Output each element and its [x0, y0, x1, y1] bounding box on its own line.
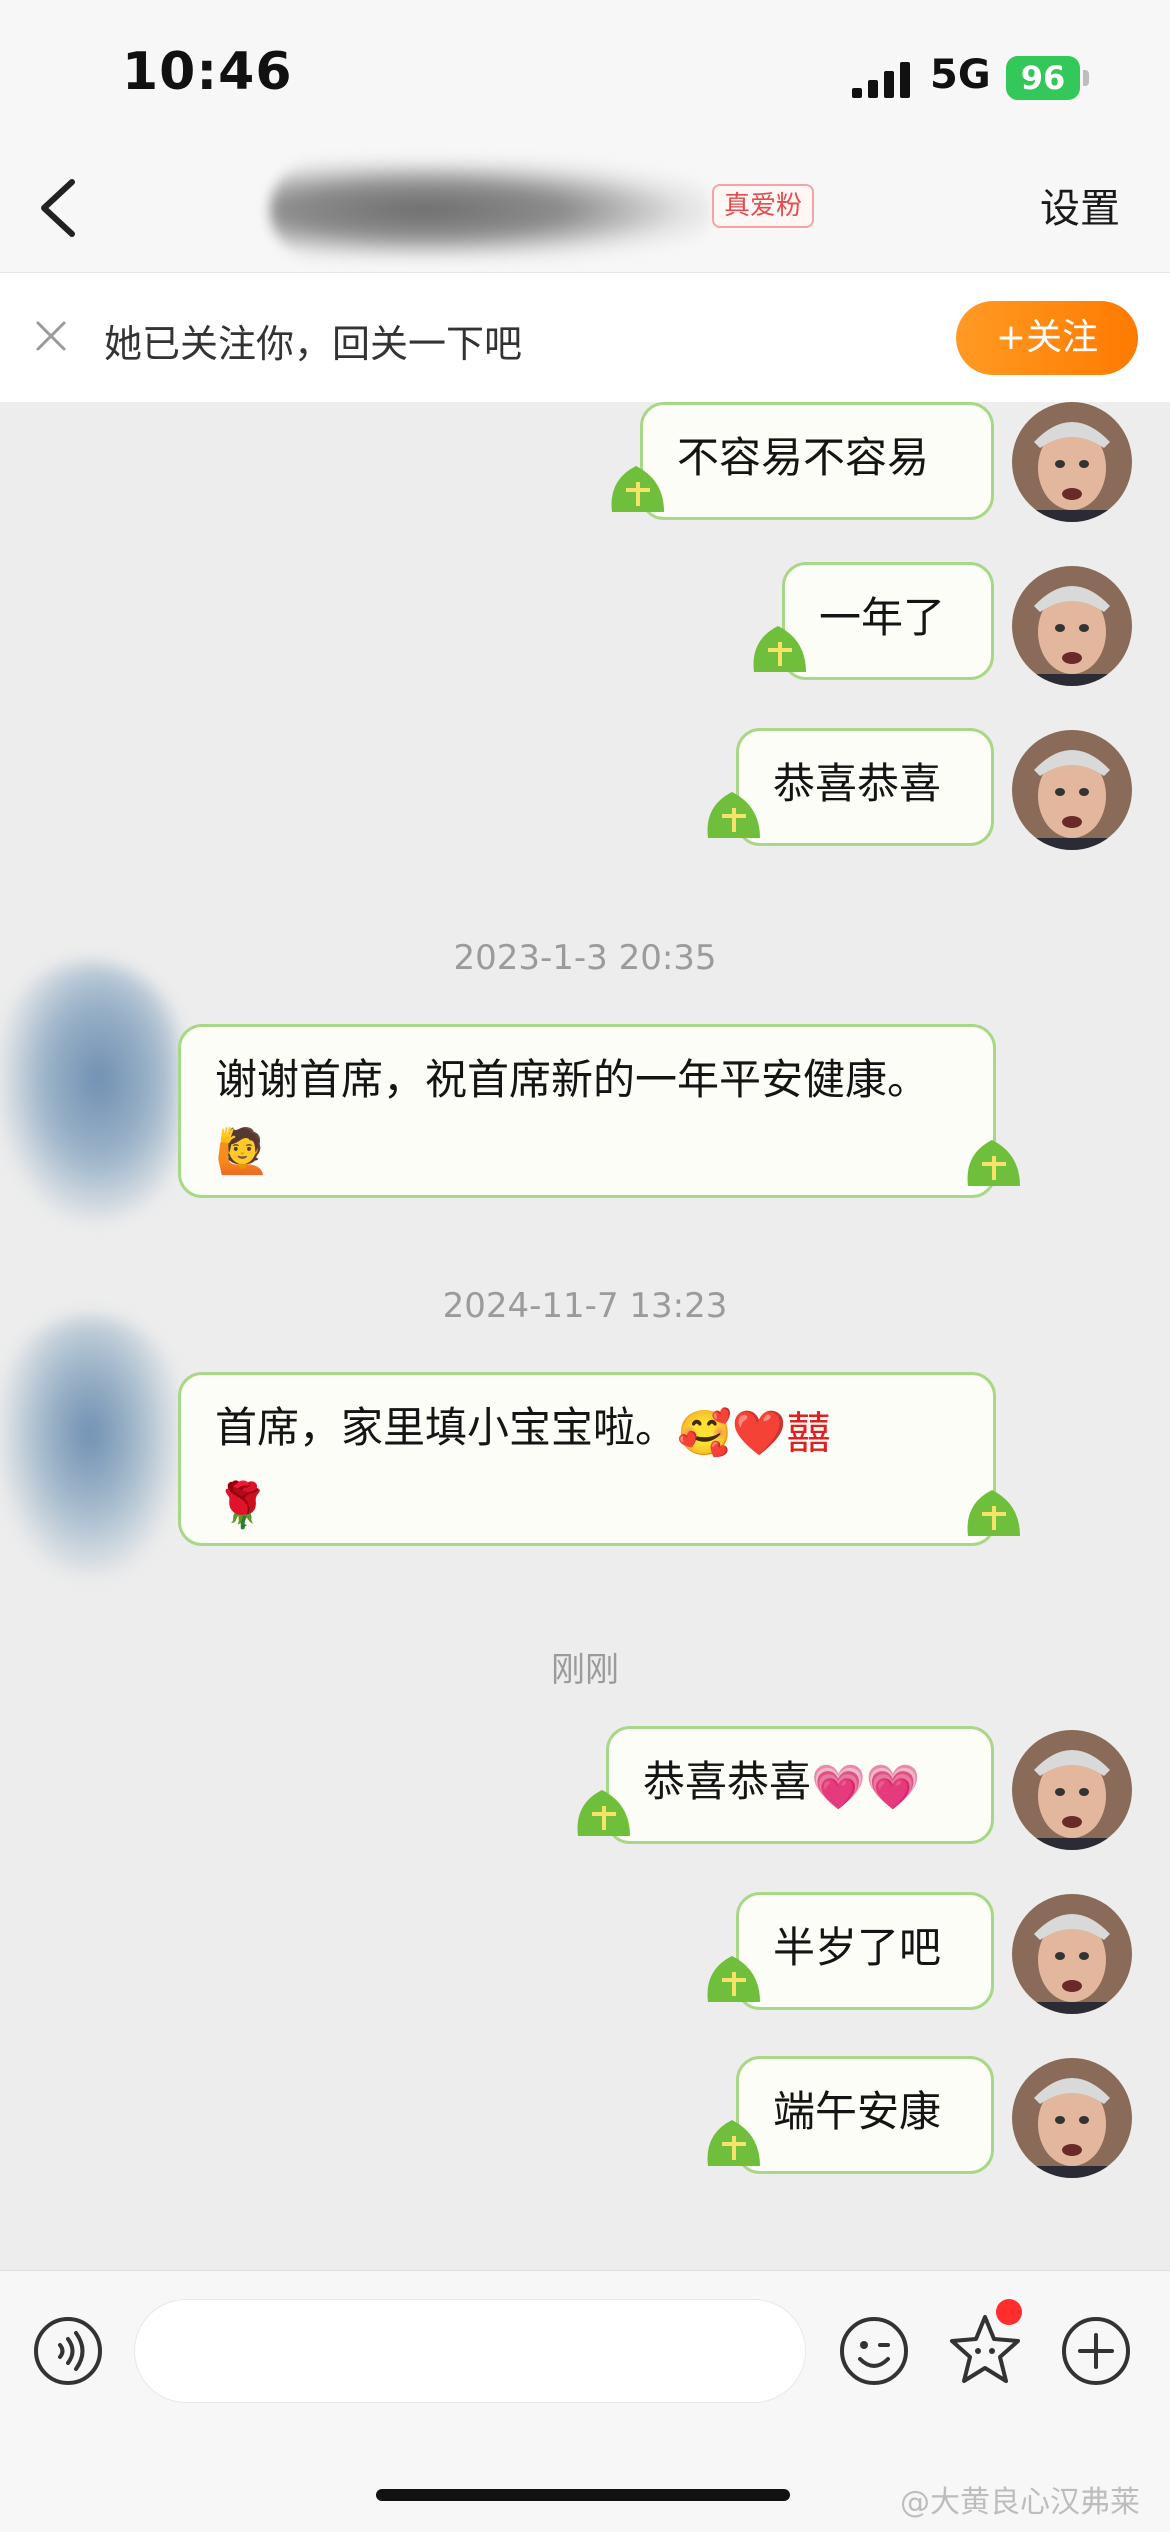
- network-label: 5G: [930, 52, 991, 98]
- blurred-username[interactable]: [270, 160, 710, 260]
- message-input[interactable]: [134, 2299, 806, 2403]
- emoji-face-icon[interactable]: [838, 2315, 910, 2387]
- my-avatar[interactable]: [1012, 1894, 1132, 2014]
- message-text: 首席，家里填小宝宝啦。🥰❤️囍 🌹: [215, 1395, 963, 1539]
- message-bubble-sent[interactable]: 恭喜恭喜💗💗: [606, 1726, 994, 1844]
- top-bar: 10:46 5G 96 真爱粉 设置: [0, 0, 1170, 272]
- my-avatar[interactable]: [1012, 566, 1132, 686]
- message-bubble-received[interactable]: 首席，家里填小宝宝啦。🥰❤️囍 🌹: [178, 1372, 996, 1546]
- timestamp: 2023-1-3 20:35: [453, 938, 717, 978]
- timestamp: 2024-11-7 13:23: [442, 1286, 728, 1326]
- message-bubble-sent[interactable]: 端午安康: [736, 2056, 994, 2174]
- message-emoji: 🥰❤️囍: [677, 1408, 831, 1459]
- my-avatar[interactable]: [1012, 2058, 1132, 2178]
- notification-dot: [996, 2299, 1022, 2325]
- my-avatar[interactable]: [1012, 402, 1132, 522]
- avatar-portrait-icon: [1012, 1730, 1132, 1850]
- zongzi-leaf-icon: [707, 1956, 760, 2002]
- zongzi-leaf-icon: [753, 626, 806, 672]
- message-text: 一年了: [819, 593, 946, 642]
- avatar-portrait-icon: [1012, 402, 1132, 522]
- battery-icon: 96: [1006, 56, 1080, 100]
- timestamp: 刚刚: [551, 1650, 619, 1690]
- blurred-avatar[interactable]: [0, 962, 180, 1222]
- message-bubble-sent[interactable]: 恭喜恭喜: [736, 728, 994, 846]
- battery-tip: [1083, 70, 1089, 86]
- signal-icon: [852, 62, 910, 98]
- message-text: 不容易不容易: [677, 433, 930, 482]
- message-bubble-sent[interactable]: 一年了: [782, 562, 994, 680]
- zongzi-leaf-icon: [707, 2120, 760, 2166]
- message-text: 恭喜恭喜💗💗: [643, 1749, 961, 1821]
- message-text-content: 谢谢首席，祝首席新的一年平安健康。: [215, 1055, 930, 1104]
- avatar-portrait-icon: [1012, 1894, 1132, 2014]
- follow-banner: 她已关注你，回关一下吧 +关注: [0, 272, 1170, 402]
- my-avatar[interactable]: [1012, 1730, 1132, 1850]
- message-emoji-line2: 🌹: [215, 1480, 270, 1531]
- settings-button[interactable]: 设置: [1040, 176, 1120, 234]
- message-bubble-sent[interactable]: 半岁了吧: [736, 1892, 994, 2010]
- voice-icon[interactable]: [32, 2315, 104, 2387]
- message-text: 恭喜恭喜: [773, 759, 942, 808]
- message-text-content: 首席，家里填小宝宝啦。: [215, 1403, 678, 1452]
- fan-badge: 真爱粉: [712, 184, 815, 228]
- status-time: 10:46: [122, 42, 293, 102]
- avatar-portrait-icon: [1012, 2058, 1132, 2178]
- message-bubble-sent[interactable]: 不容易不容易: [640, 402, 994, 520]
- home-indicator: [376, 2489, 790, 2501]
- message-text-content: 恭喜恭喜: [643, 1757, 812, 1806]
- follow-banner-text: 她已关注你，回关一下吧: [104, 322, 523, 366]
- message-emoji: 🙋: [215, 1126, 270, 1177]
- message-text: 谢谢首席，祝首席新的一年平安健康。 🙋: [215, 1047, 963, 1185]
- watermark: @大黄良心汉弗莱: [900, 2485, 1140, 2520]
- zongzi-leaf-icon: [611, 466, 664, 512]
- input-bar: @大黄良心汉弗莱: [0, 2270, 1170, 2532]
- message-bubble-received[interactable]: 谢谢首席，祝首席新的一年平安健康。 🙋: [178, 1024, 996, 1198]
- follow-button[interactable]: +关注: [956, 301, 1138, 375]
- zongzi-leaf-icon: [967, 1490, 1020, 1536]
- back-arrow-icon[interactable]: [30, 168, 90, 248]
- avatar-portrait-icon: [1012, 730, 1132, 850]
- my-avatar[interactable]: [1012, 730, 1132, 850]
- status-bar: 10:46 5G 96: [0, 0, 1170, 140]
- message-emoji: 💗💗: [811, 1762, 921, 1813]
- zongzi-leaf-icon: [707, 792, 760, 838]
- message-text: 半岁了吧: [773, 1923, 942, 1972]
- plus-icon[interactable]: [1060, 2315, 1132, 2387]
- chat-area: 不容易不容易 一年了 恭喜恭喜 2023-1-3 20:35 谢谢首席，祝首席新…: [0, 402, 1170, 2270]
- avatar-portrait-icon: [1012, 566, 1132, 686]
- zongzi-leaf-icon: [577, 1790, 630, 1836]
- close-icon[interactable]: [34, 319, 68, 353]
- zongzi-leaf-icon: [967, 1140, 1020, 1186]
- nav-bar: 真爱粉 设置: [0, 140, 1170, 272]
- message-text: 端午安康: [773, 2087, 942, 2136]
- blurred-avatar[interactable]: [0, 1316, 180, 1576]
